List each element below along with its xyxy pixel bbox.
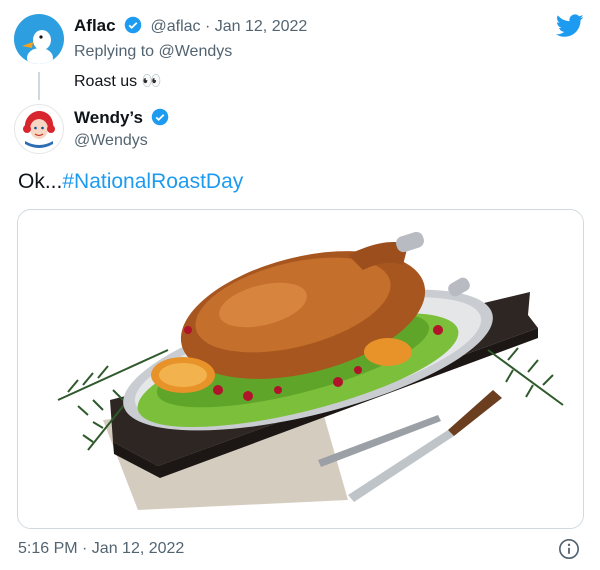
wendys-display-name[interactable]: Wendy’s: [74, 108, 143, 127]
roast-duck-photo: [18, 210, 583, 528]
aflac-handle[interactable]: @aflac: [150, 18, 200, 35]
reply-tweet-header: Aflac @aflac · Jan 12, 2022: [74, 16, 307, 36]
main-tweet-timestamp[interactable]: 5:16 PM · Jan 12, 2022: [18, 540, 184, 558]
wendys-logo: [16, 106, 62, 152]
hashtag-link[interactable]: #NationalRoastDay: [62, 170, 243, 193]
info-icon[interactable]: [558, 538, 580, 560]
verified-badge-icon: [124, 16, 142, 34]
thread-connector-line: [38, 72, 40, 100]
verified-badge-icon: [152, 108, 169, 126]
aflac-duck-logo: [22, 30, 53, 64]
wendys-handle[interactable]: @Wendys: [74, 132, 148, 150]
main-tweet-text-prefix: Ok...: [18, 170, 63, 193]
aflac-avatar[interactable]: [14, 14, 64, 64]
main-tweet-header: Wendy’s: [74, 108, 169, 128]
twitter-bird-icon: [556, 14, 584, 37]
reply-tweet-date[interactable]: Jan 12, 2022: [215, 18, 308, 35]
wendys-avatar[interactable]: [14, 104, 64, 154]
separator-dot: ·: [204, 18, 211, 35]
reply-tweet-text: Roast us 👀: [74, 73, 162, 90]
aflac-display-name[interactable]: Aflac: [74, 16, 116, 35]
tweet-media-image[interactable]: [17, 209, 584, 529]
replying-to-line[interactable]: Replying to @Wendys: [74, 43, 232, 61]
main-tweet-text: Ok...#NationalRoastDay: [18, 170, 243, 194]
